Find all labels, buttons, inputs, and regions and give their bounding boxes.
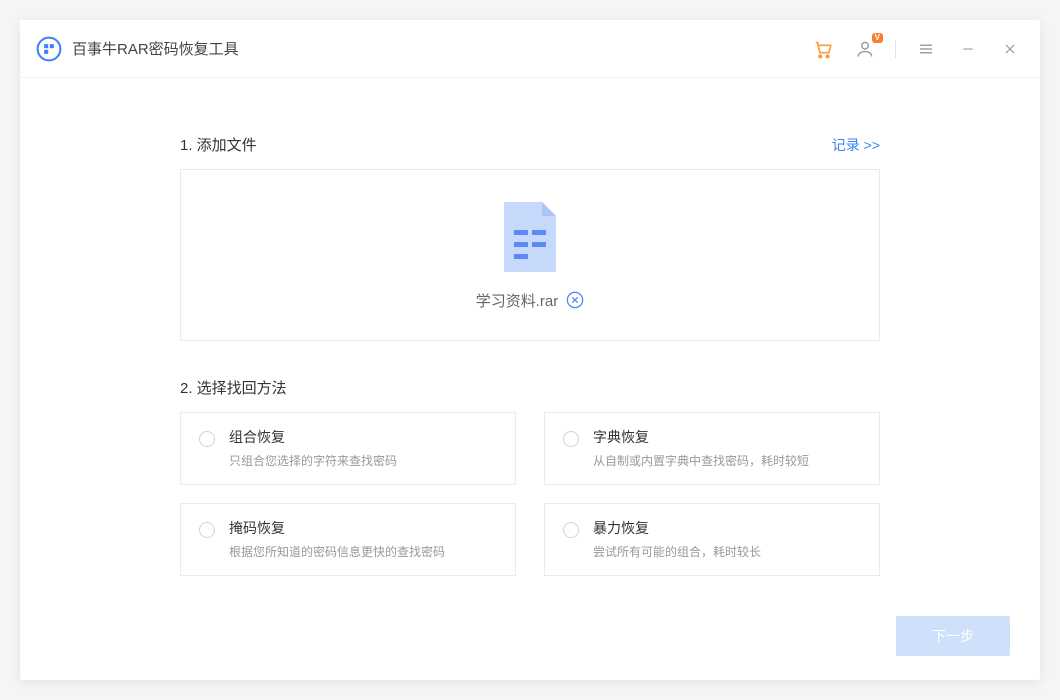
- remove-file-button[interactable]: [566, 291, 584, 309]
- method-desc: 只组合您选择的字符来查找密码: [229, 453, 397, 470]
- method-option-dictionary[interactable]: 字典恢复 从自制或内置字典中查找密码，耗时较短: [544, 412, 880, 485]
- method-title: 组合恢复: [229, 427, 397, 447]
- close-button[interactable]: [998, 37, 1022, 61]
- next-button[interactable]: 下一步: [896, 616, 1010, 656]
- radio-icon: [199, 522, 215, 538]
- step2-title: 2. 选择找回方法: [180, 377, 287, 398]
- method-option-combination[interactable]: 组合恢复 只组合您选择的字符来查找密码: [180, 412, 516, 485]
- main-wrap: 1. 添加文件 记录 >> 学习资料.rar: [180, 134, 880, 576]
- step1-title: 1. 添加文件: [180, 134, 257, 155]
- step2-header: 2. 选择找回方法: [180, 377, 880, 398]
- selected-filename: 学习资料.rar: [476, 290, 559, 311]
- method-desc: 根据您所知道的密码信息更快的查找密码: [229, 544, 445, 561]
- methods-grid: 组合恢复 只组合您选择的字符来查找密码 字典恢复 从自制或内置字典中查找密码，耗…: [180, 412, 880, 576]
- divider: [895, 40, 896, 58]
- method-option-mask[interactable]: 掩码恢复 根据您所知道的密码信息更快的查找密码: [180, 503, 516, 576]
- user-button[interactable]: V: [853, 37, 877, 61]
- menu-button[interactable]: [914, 37, 938, 61]
- step1-header: 1. 添加文件 记录 >>: [180, 134, 880, 155]
- content-area: 1. 添加文件 记录 >> 学习资料.rar: [20, 78, 1040, 616]
- titlebar: 百事牛RAR密码恢复工具 V: [20, 20, 1040, 78]
- close-icon: [1003, 42, 1017, 56]
- file-icon: [498, 200, 562, 276]
- method-title: 字典恢复: [593, 427, 809, 447]
- cart-icon: [812, 38, 834, 60]
- titlebar-controls: V: [811, 37, 1022, 61]
- radio-icon: [563, 431, 579, 447]
- cart-button[interactable]: [811, 37, 835, 61]
- app-title: 百事牛RAR密码恢复工具: [72, 38, 239, 59]
- footer: 下一步: [20, 616, 1040, 680]
- file-drop-zone[interactable]: 学习资料.rar: [180, 169, 880, 341]
- radio-icon: [199, 431, 215, 447]
- record-link[interactable]: 记录 >>: [832, 135, 880, 155]
- app-logo-icon: [36, 36, 62, 62]
- main-window: 百事牛RAR密码恢复工具 V: [20, 20, 1040, 680]
- minimize-button[interactable]: [956, 37, 980, 61]
- method-desc: 尝试所有可能的组合，耗时较长: [593, 544, 761, 561]
- method-desc: 从自制或内置字典中查找密码，耗时较短: [593, 453, 809, 470]
- radio-icon: [563, 522, 579, 538]
- menu-icon: [917, 40, 935, 58]
- logo-wrap: 百事牛RAR密码恢复工具: [36, 36, 239, 62]
- method-title: 暴力恢复: [593, 518, 761, 538]
- method-option-brute[interactable]: 暴力恢复 尝试所有可能的组合，耗时较长: [544, 503, 880, 576]
- minimize-icon: [961, 42, 975, 56]
- vip-badge: V: [872, 33, 883, 43]
- selected-file-row: 学习资料.rar: [476, 290, 585, 311]
- method-title: 掩码恢复: [229, 518, 445, 538]
